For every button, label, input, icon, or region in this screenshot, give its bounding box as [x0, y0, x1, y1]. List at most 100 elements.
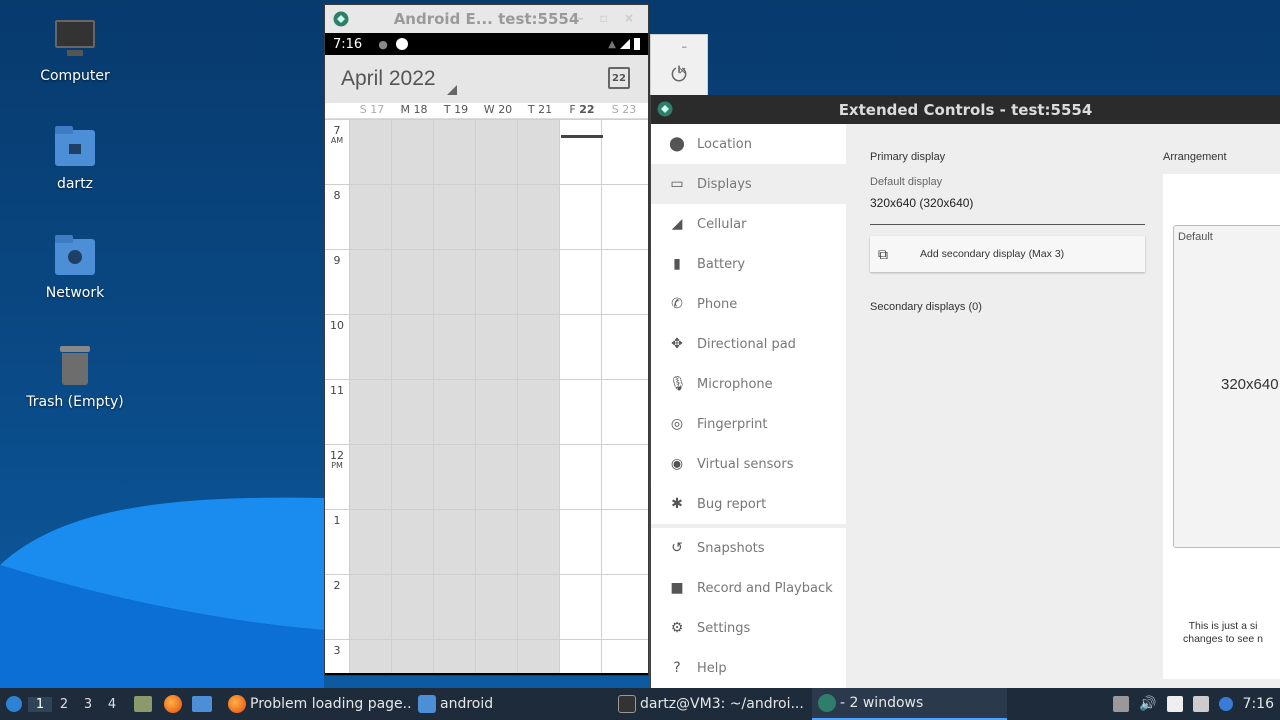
wifi-icon: ▲ — [608, 38, 616, 50]
today-button[interactable]: 22 — [608, 67, 630, 89]
nav-item-directional-pad[interactable]: ✥ Directional pad — [651, 324, 846, 364]
clock[interactable]: 7:16 — [1243, 696, 1274, 712]
nav-item-snapshots[interactable]: ↺ Snapshots — [651, 528, 846, 568]
task-file-manager[interactable]: android — [412, 688, 612, 720]
current-time-indicator — [561, 135, 603, 138]
calendar-header: April 2022 22 — [325, 55, 648, 103]
workspace-4[interactable]: 4 — [100, 697, 124, 712]
nav-item-fingerprint[interactable]: ◎ Fingerprint — [651, 404, 846, 444]
arrangement-note: This is just a si changes to see n — [1183, 620, 1263, 645]
hour-row: 9 — [325, 249, 648, 314]
hour-label: 3 — [333, 644, 341, 657]
window-controls[interactable]: – ▫ × — [577, 11, 640, 25]
start-menu-icon[interactable] — [0, 688, 28, 720]
help-icon: ? — [673, 660, 681, 676]
android-status-bar: 7:16 ● ▲ — [325, 33, 648, 55]
network-icon[interactable] — [1192, 696, 1209, 712]
desktop-icon-trash[interactable]: Trash (Empty) — [20, 344, 130, 410]
arrangement-box-label: Default — [1178, 231, 1213, 243]
day-header[interactable]: S 23 — [603, 103, 645, 118]
nav-item-virtual-sensors[interactable]: ◉ Virtual sensors — [651, 444, 846, 484]
task-terminal[interactable]: dartz@VM3: ~/androi... — [612, 688, 812, 720]
default-display-label: Default display — [870, 176, 943, 188]
microphone-icon: 🎙 — [669, 376, 687, 392]
nav-item-phone[interactable]: ✆ Phone — [651, 284, 846, 324]
extended-controls-nav: ⬤ Location ▭ Displays ◢ Cellular ▮ Battery ✆… — [651, 124, 846, 688]
day-header[interactable]: W 20 — [477, 103, 519, 118]
emulator-toolbar-window: – × ⏻ — [650, 34, 708, 96]
emulator-title: Android E... test:5554 — [393, 10, 580, 28]
sensors-icon: ◉ — [670, 456, 684, 472]
hour-row: 12 PM — [325, 444, 648, 509]
toolbar-window-controls[interactable]: – × — [651, 35, 707, 77]
task-firefox[interactable]: Problem loading page... — [222, 688, 412, 720]
primary-display-heading: Primary display — [870, 151, 946, 163]
desktop-icon-home[interactable]: dartz — [20, 126, 130, 192]
hour-row: 11 — [325, 379, 648, 444]
hour-row: 8 — [325, 184, 648, 249]
calendar-week-grid[interactable]: 7 AM 8 9 10 11 12 PM 1 2 3 — [325, 119, 648, 673]
battery-icon — [634, 38, 640, 50]
day-header[interactable]: T 21 — [519, 103, 561, 118]
month-dropdown-icon[interactable] — [447, 85, 457, 95]
day-header[interactable]: M 18 — [393, 103, 435, 118]
arrangement-box-resolution: 320x640 — [1221, 376, 1279, 393]
power-icon[interactable]: ⏻ — [651, 59, 707, 89]
android-emulator-window: Android E... test:5554 – ▫ × 7:16 ● ▲ Ap… — [324, 4, 649, 676]
terminal-icon — [618, 695, 636, 713]
nav-item-displays[interactable]: ▭ Displays — [651, 164, 846, 204]
arrangement-panel: Default 320x640 This is just a si change… — [1163, 174, 1280, 679]
nav-item-bug-report[interactable]: ✱ Bug report — [651, 484, 846, 524]
nav-item-record-playback[interactable]: ■ Record and Playback — [651, 568, 846, 608]
nav-item-settings[interactable]: ⚙ Settings — [651, 608, 846, 648]
displays-panel: Primary display Default display 320x640 … — [846, 124, 1280, 688]
hour-row: 7 AM — [325, 119, 648, 184]
emulator-titlebar[interactable]: Android E... test:5554 – ▫ × — [325, 5, 648, 33]
phone-icon: ✆ — [671, 296, 683, 312]
secondary-displays-heading: Secondary displays (0) — [870, 301, 982, 313]
tray-eject-icon[interactable] — [1113, 696, 1130, 712]
hour-row: 1 — [325, 509, 648, 574]
day-header-today[interactable]: F 22 — [561, 103, 603, 118]
clipboard-icon[interactable] — [1166, 696, 1183, 712]
desktop-icon-label: Computer — [40, 68, 110, 84]
desktop-icon-computer[interactable]: Computer — [20, 18, 130, 84]
day-header[interactable]: T 19 — [435, 103, 477, 118]
emulator-logo-icon — [657, 101, 673, 117]
camera-icon: ■ — [670, 580, 684, 596]
workspace-2[interactable]: 2 — [52, 697, 76, 712]
default-display-select[interactable]: 320x640 (320x640) — [870, 196, 1145, 225]
arrangement-display-box[interactable]: Default 320x640 — [1173, 225, 1280, 548]
cell-signal-icon — [620, 39, 630, 49]
network-folder-icon — [53, 235, 97, 279]
day-header[interactable]: S 17 — [351, 103, 393, 118]
firefox-launcher-icon[interactable] — [164, 695, 182, 713]
hour-label: 10 — [330, 319, 344, 332]
nav-item-location[interactable]: ⬤ Location — [651, 124, 846, 164]
task-emulator[interactable]: - 2 windows — [812, 688, 1007, 720]
desktop-icon-label: dartz — [56, 176, 94, 192]
extended-controls-window: Extended Controls - test:5554 ⬤ Location … — [650, 95, 1280, 688]
calendar-month[interactable]: April 2022 — [341, 67, 436, 91]
updates-icon[interactable] — [1218, 697, 1233, 711]
workspace-1[interactable]: 1 — [28, 696, 52, 712]
desktop-launcher-icon[interactable] — [192, 696, 212, 712]
taskbar: 1 2 3 4 Problem loading page... android … — [0, 688, 1280, 720]
firefox-icon — [228, 695, 246, 713]
computer-icon — [53, 18, 97, 62]
nav-item-help[interactable]: ? Help — [651, 648, 846, 688]
emulator-logo-icon — [333, 11, 349, 27]
workspace-3[interactable]: 3 — [76, 697, 100, 712]
extended-controls-titlebar[interactable]: Extended Controls - test:5554 — [651, 95, 1280, 124]
nav-item-battery[interactable]: ▮ Battery — [651, 244, 846, 284]
file-manager-launcher-icon[interactable] — [134, 696, 152, 712]
desktop-icon-network[interactable]: Network — [20, 235, 130, 301]
dpad-icon: ✥ — [671, 336, 683, 352]
nav-item-microphone[interactable]: 🎙 Microphone — [651, 364, 846, 404]
week-day-row: S 17 M 18 T 19 W 20 T 21 F 22 S 23 — [325, 103, 648, 119]
bug-icon: ✱ — [671, 496, 683, 512]
volume-icon[interactable]: 🔊 — [1139, 696, 1156, 712]
hour-label: 2 — [333, 579, 341, 592]
add-secondary-display-button[interactable]: ⧉ Add secondary display (Max 3) — [870, 236, 1145, 272]
nav-item-cellular[interactable]: ◢ Cellular — [651, 204, 846, 244]
